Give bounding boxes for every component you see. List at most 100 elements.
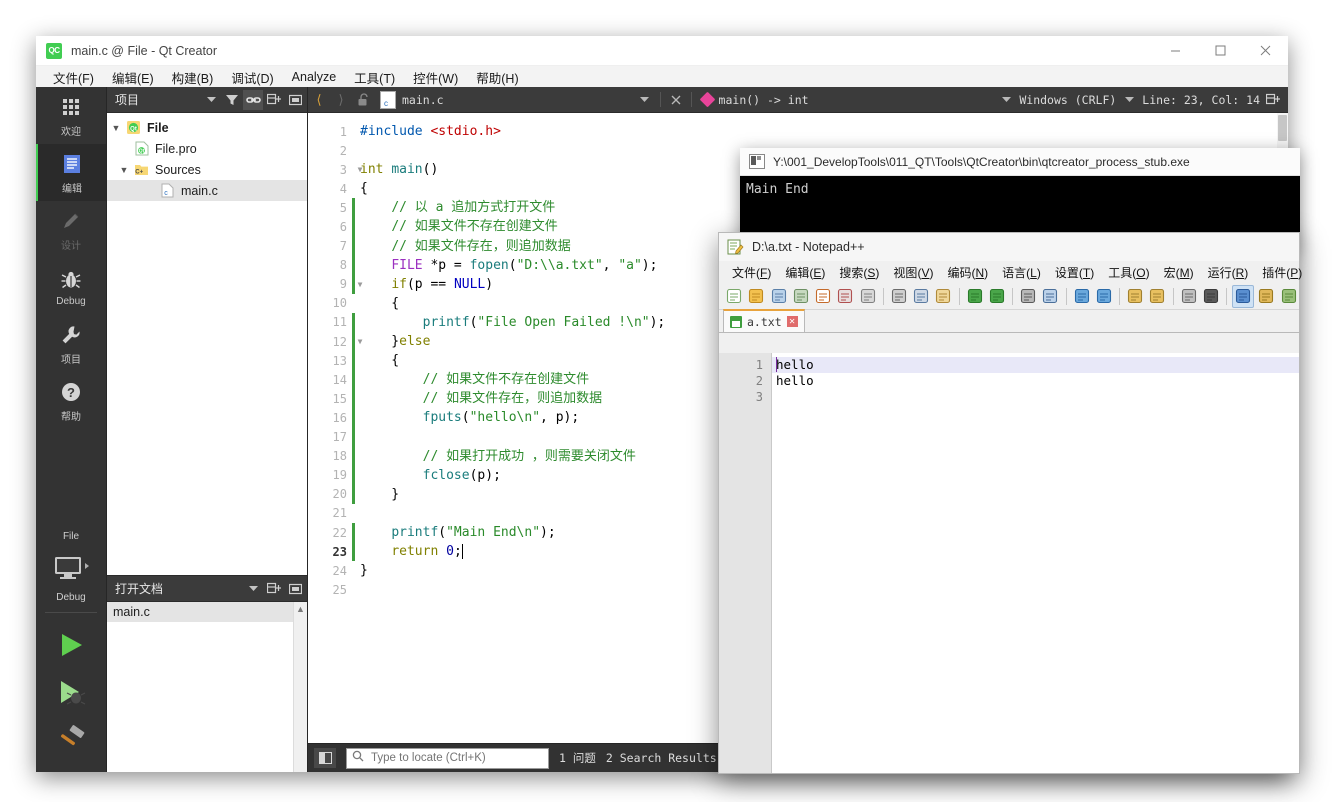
close-icon[interactable] xyxy=(1243,36,1288,65)
close-all-icon[interactable] xyxy=(835,286,855,307)
menu-build[interactable]: 构建(B) xyxy=(163,66,223,89)
tab-close-icon[interactable]: ✕ xyxy=(787,316,798,327)
word-wrap-icon[interactable] xyxy=(1179,286,1199,307)
scrollbar-thumb[interactable] xyxy=(1278,115,1287,141)
npp-document-text[interactable]: hellohello xyxy=(772,353,1299,773)
project-tree[interactable]: ▼ Qt File Qt File.pro ▼ xyxy=(107,113,307,575)
expand-arrow[interactable]: ▼ xyxy=(107,123,125,133)
open-documents-scrollbar[interactable]: ▲ xyxy=(293,602,307,772)
sync-vertical-icon[interactable] xyxy=(1125,286,1145,307)
show-all-chars-icon[interactable] xyxy=(1201,286,1221,307)
search-input[interactable] xyxy=(369,751,523,765)
undo-icon[interactable] xyxy=(965,286,985,307)
cut-icon[interactable] xyxy=(889,286,909,307)
npp-editor[interactable]: 123 hellohello xyxy=(719,353,1299,773)
output-pane-search-results[interactable]: 2 Search Results xyxy=(606,751,717,765)
sidebar-item-projects[interactable]: 项目 xyxy=(36,315,106,372)
line-ending-selector[interactable]: Windows (CRLF) xyxy=(1019,93,1116,107)
npp-menu-view[interactable]: 视图(V) xyxy=(886,263,940,282)
start-debugging-button[interactable] xyxy=(43,668,99,715)
output-pane-problems[interactable]: 1 问题 xyxy=(559,750,596,766)
split-editor-icon[interactable] xyxy=(1262,89,1284,111)
save-icon[interactable] xyxy=(769,286,789,307)
open-file-icon[interactable] xyxy=(746,286,766,307)
copy-icon[interactable] xyxy=(911,286,931,307)
ui-icon[interactable] xyxy=(1256,286,1276,307)
npp-menu-macro[interactable]: 宏(M) xyxy=(1157,263,1201,282)
npp-menu-file[interactable]: 文件(F) xyxy=(725,263,778,282)
current-file-chip[interactable]: main.c xyxy=(374,91,444,109)
chevron-up-icon[interactable]: ▲ xyxy=(294,602,307,616)
list-item[interactable]: main.c xyxy=(107,602,307,622)
chevron-down-icon[interactable] xyxy=(634,89,656,111)
npp-menu-edit[interactable]: 编辑(E) xyxy=(778,263,832,282)
zoom-out-icon[interactable] xyxy=(1094,286,1114,307)
menu-file[interactable]: 文件(F) xyxy=(44,66,103,89)
label: 语言 xyxy=(1002,266,1026,280)
split-icon[interactable] xyxy=(264,579,284,599)
npp-menu-tools[interactable]: 工具(O) xyxy=(1101,263,1156,282)
menu-tools[interactable]: 工具(T) xyxy=(345,66,404,89)
save-all-icon[interactable] xyxy=(791,286,811,307)
menu-analyze[interactable]: Analyze xyxy=(283,68,345,86)
forward-arrow-icon[interactable]: ⟩ xyxy=(330,89,352,111)
npp-tab-a-txt[interactable]: a.txt ✕ xyxy=(723,309,805,332)
npp-menu-language[interactable]: 语言(L) xyxy=(995,263,1048,282)
chevron-down-icon[interactable] xyxy=(243,579,263,599)
label: 文件 xyxy=(732,266,756,280)
label: 插件 xyxy=(1262,266,1286,280)
menu-edit[interactable]: 编辑(E) xyxy=(103,66,163,89)
open-documents-list[interactable]: main.c ▲ xyxy=(107,602,307,772)
close-file-icon[interactable] xyxy=(813,286,833,307)
back-arrow-icon[interactable]: ⟨ xyxy=(308,89,330,111)
tree-item-file-pro[interactable]: Qt File.pro xyxy=(107,138,307,159)
npp-menu-search[interactable]: 搜索(S) xyxy=(832,263,886,282)
close-dock-icon[interactable] xyxy=(285,90,305,110)
menu-help[interactable]: 帮助(H) xyxy=(467,66,527,89)
document-map-icon[interactable] xyxy=(1279,286,1299,307)
maximize-icon[interactable] xyxy=(1198,36,1243,65)
menu-debug[interactable]: 调试(D) xyxy=(222,66,282,89)
split-icon[interactable] xyxy=(264,90,284,110)
expand-arrow[interactable]: ▼ xyxy=(115,165,133,175)
print-icon[interactable] xyxy=(858,286,878,307)
npp-menu-settings[interactable]: 设置(T) xyxy=(1048,263,1101,282)
redo-icon[interactable] xyxy=(987,286,1007,307)
close-icon[interactable] xyxy=(665,89,687,111)
chevron-down-icon[interactable] xyxy=(1118,89,1140,111)
npp-menu-encoding[interactable]: 编码(N) xyxy=(940,263,995,282)
text-caret xyxy=(776,357,777,372)
chevron-down-icon[interactable] xyxy=(201,90,221,110)
close-dock-icon[interactable] xyxy=(285,579,305,599)
sidebar-item-design[interactable]: 设计 xyxy=(36,201,106,258)
sidebar-item-welcome[interactable]: 欢迎 xyxy=(36,87,106,144)
indent-guide-icon[interactable] xyxy=(1232,285,1254,308)
minimize-icon[interactable] xyxy=(1153,36,1198,65)
target-selector-button[interactable] xyxy=(43,545,99,592)
tree-item-main-c[interactable]: c main.c xyxy=(107,180,307,201)
find-icon[interactable] xyxy=(1018,286,1038,307)
sidebar-item-debug[interactable]: Debug xyxy=(36,258,106,315)
filter-icon[interactable] xyxy=(222,90,242,110)
symbol-selector[interactable]: main() -> int xyxy=(696,93,809,107)
c-file-icon: c xyxy=(159,182,176,199)
sidebar-item-edit[interactable]: 编辑 xyxy=(36,144,106,201)
unlock-icon[interactable] xyxy=(352,89,374,111)
chevron-down-icon[interactable] xyxy=(995,89,1017,111)
run-button[interactable] xyxy=(43,621,99,668)
tree-item-sources[interactable]: ▼ C+ Sources xyxy=(107,159,307,180)
npp-menu-run[interactable]: 运行(R) xyxy=(1201,263,1256,282)
zoom-in-icon[interactable] xyxy=(1072,286,1092,307)
tree-item-file-project[interactable]: ▼ Qt File xyxy=(107,117,307,138)
sync-horizontal-icon[interactable] xyxy=(1147,286,1167,307)
paste-icon[interactable] xyxy=(933,286,953,307)
toggle-sidebar-icon[interactable] xyxy=(314,748,336,768)
locator-bar[interactable] xyxy=(346,748,549,769)
sidebar-item-help[interactable]: ? 帮助 xyxy=(36,372,106,429)
build-button[interactable] xyxy=(43,715,99,762)
replace-icon[interactable] xyxy=(1040,286,1060,307)
link-icon[interactable] xyxy=(243,90,263,110)
npp-menu-plugins[interactable]: 插件(P) xyxy=(1255,263,1309,282)
menu-widgets[interactable]: 控件(W) xyxy=(404,66,467,89)
new-file-icon[interactable] xyxy=(724,286,744,307)
